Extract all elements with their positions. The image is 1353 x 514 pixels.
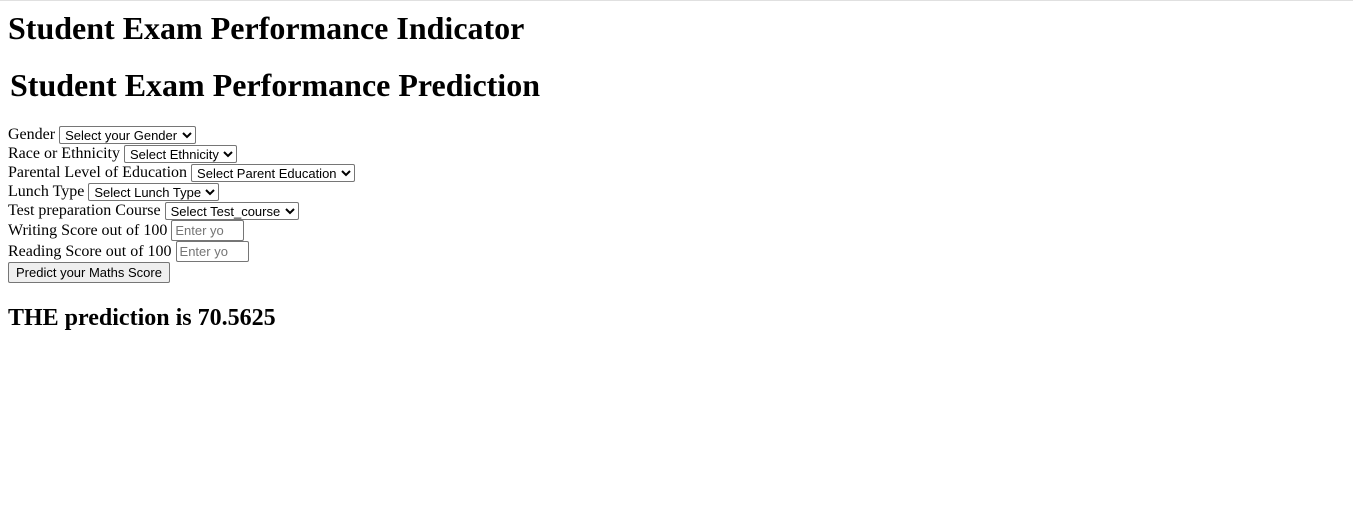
gender-row: Gender Select your Gender (8, 125, 1345, 144)
lunch-label: Lunch Type (8, 183, 85, 200)
prediction-form: Gender Select your Gender Race or Ethnic… (8, 125, 1345, 283)
prediction-form-section: Student Exam Performance Prediction Gend… (8, 67, 1345, 283)
gender-select[interactable]: Select your Gender (59, 125, 197, 144)
ethnicity-label: Race or Ethnicity (8, 145, 120, 162)
predict-button[interactable]: Predict your Maths Score (8, 262, 170, 283)
reading-score-input[interactable] (175, 241, 249, 262)
parental-education-row: Parental Level of Education Select Paren… (8, 163, 1345, 182)
parental-education-label: Parental Level of Education (8, 164, 188, 181)
prediction-result: THE prediction is 70.5625 (8, 305, 276, 331)
writing-score-label: Writing Score out of 100 (8, 222, 168, 239)
form-title: Student Exam Performance Prediction (10, 67, 540, 103)
test-prep-select[interactable]: Select Test_course (164, 201, 299, 220)
writing-score-input[interactable] (171, 220, 245, 241)
reading-score-row: Reading Score out of 100 (8, 241, 1345, 262)
reading-score-label: Reading Score out of 100 (8, 243, 172, 260)
lunch-row: Lunch Type Select Lunch Type (8, 182, 1345, 201)
test-prep-row: Test preparation Course Select Test_cour… (8, 201, 1345, 220)
ethnicity-row: Race or Ethnicity Select Ethnicity (8, 144, 1345, 163)
submit-row: Predict your Maths Score (8, 262, 1345, 283)
parental-education-select[interactable]: Select Parent Education (191, 163, 356, 182)
lunch-select[interactable]: Select Lunch Type (88, 182, 220, 201)
ethnicity-select[interactable]: Select Ethnicity (123, 144, 237, 163)
writing-score-row: Writing Score out of 100 (8, 220, 1345, 241)
page-title: Student Exam Performance Indicator (8, 10, 525, 46)
gender-label: Gender (8, 126, 56, 143)
test-prep-label: Test preparation Course (8, 202, 161, 219)
